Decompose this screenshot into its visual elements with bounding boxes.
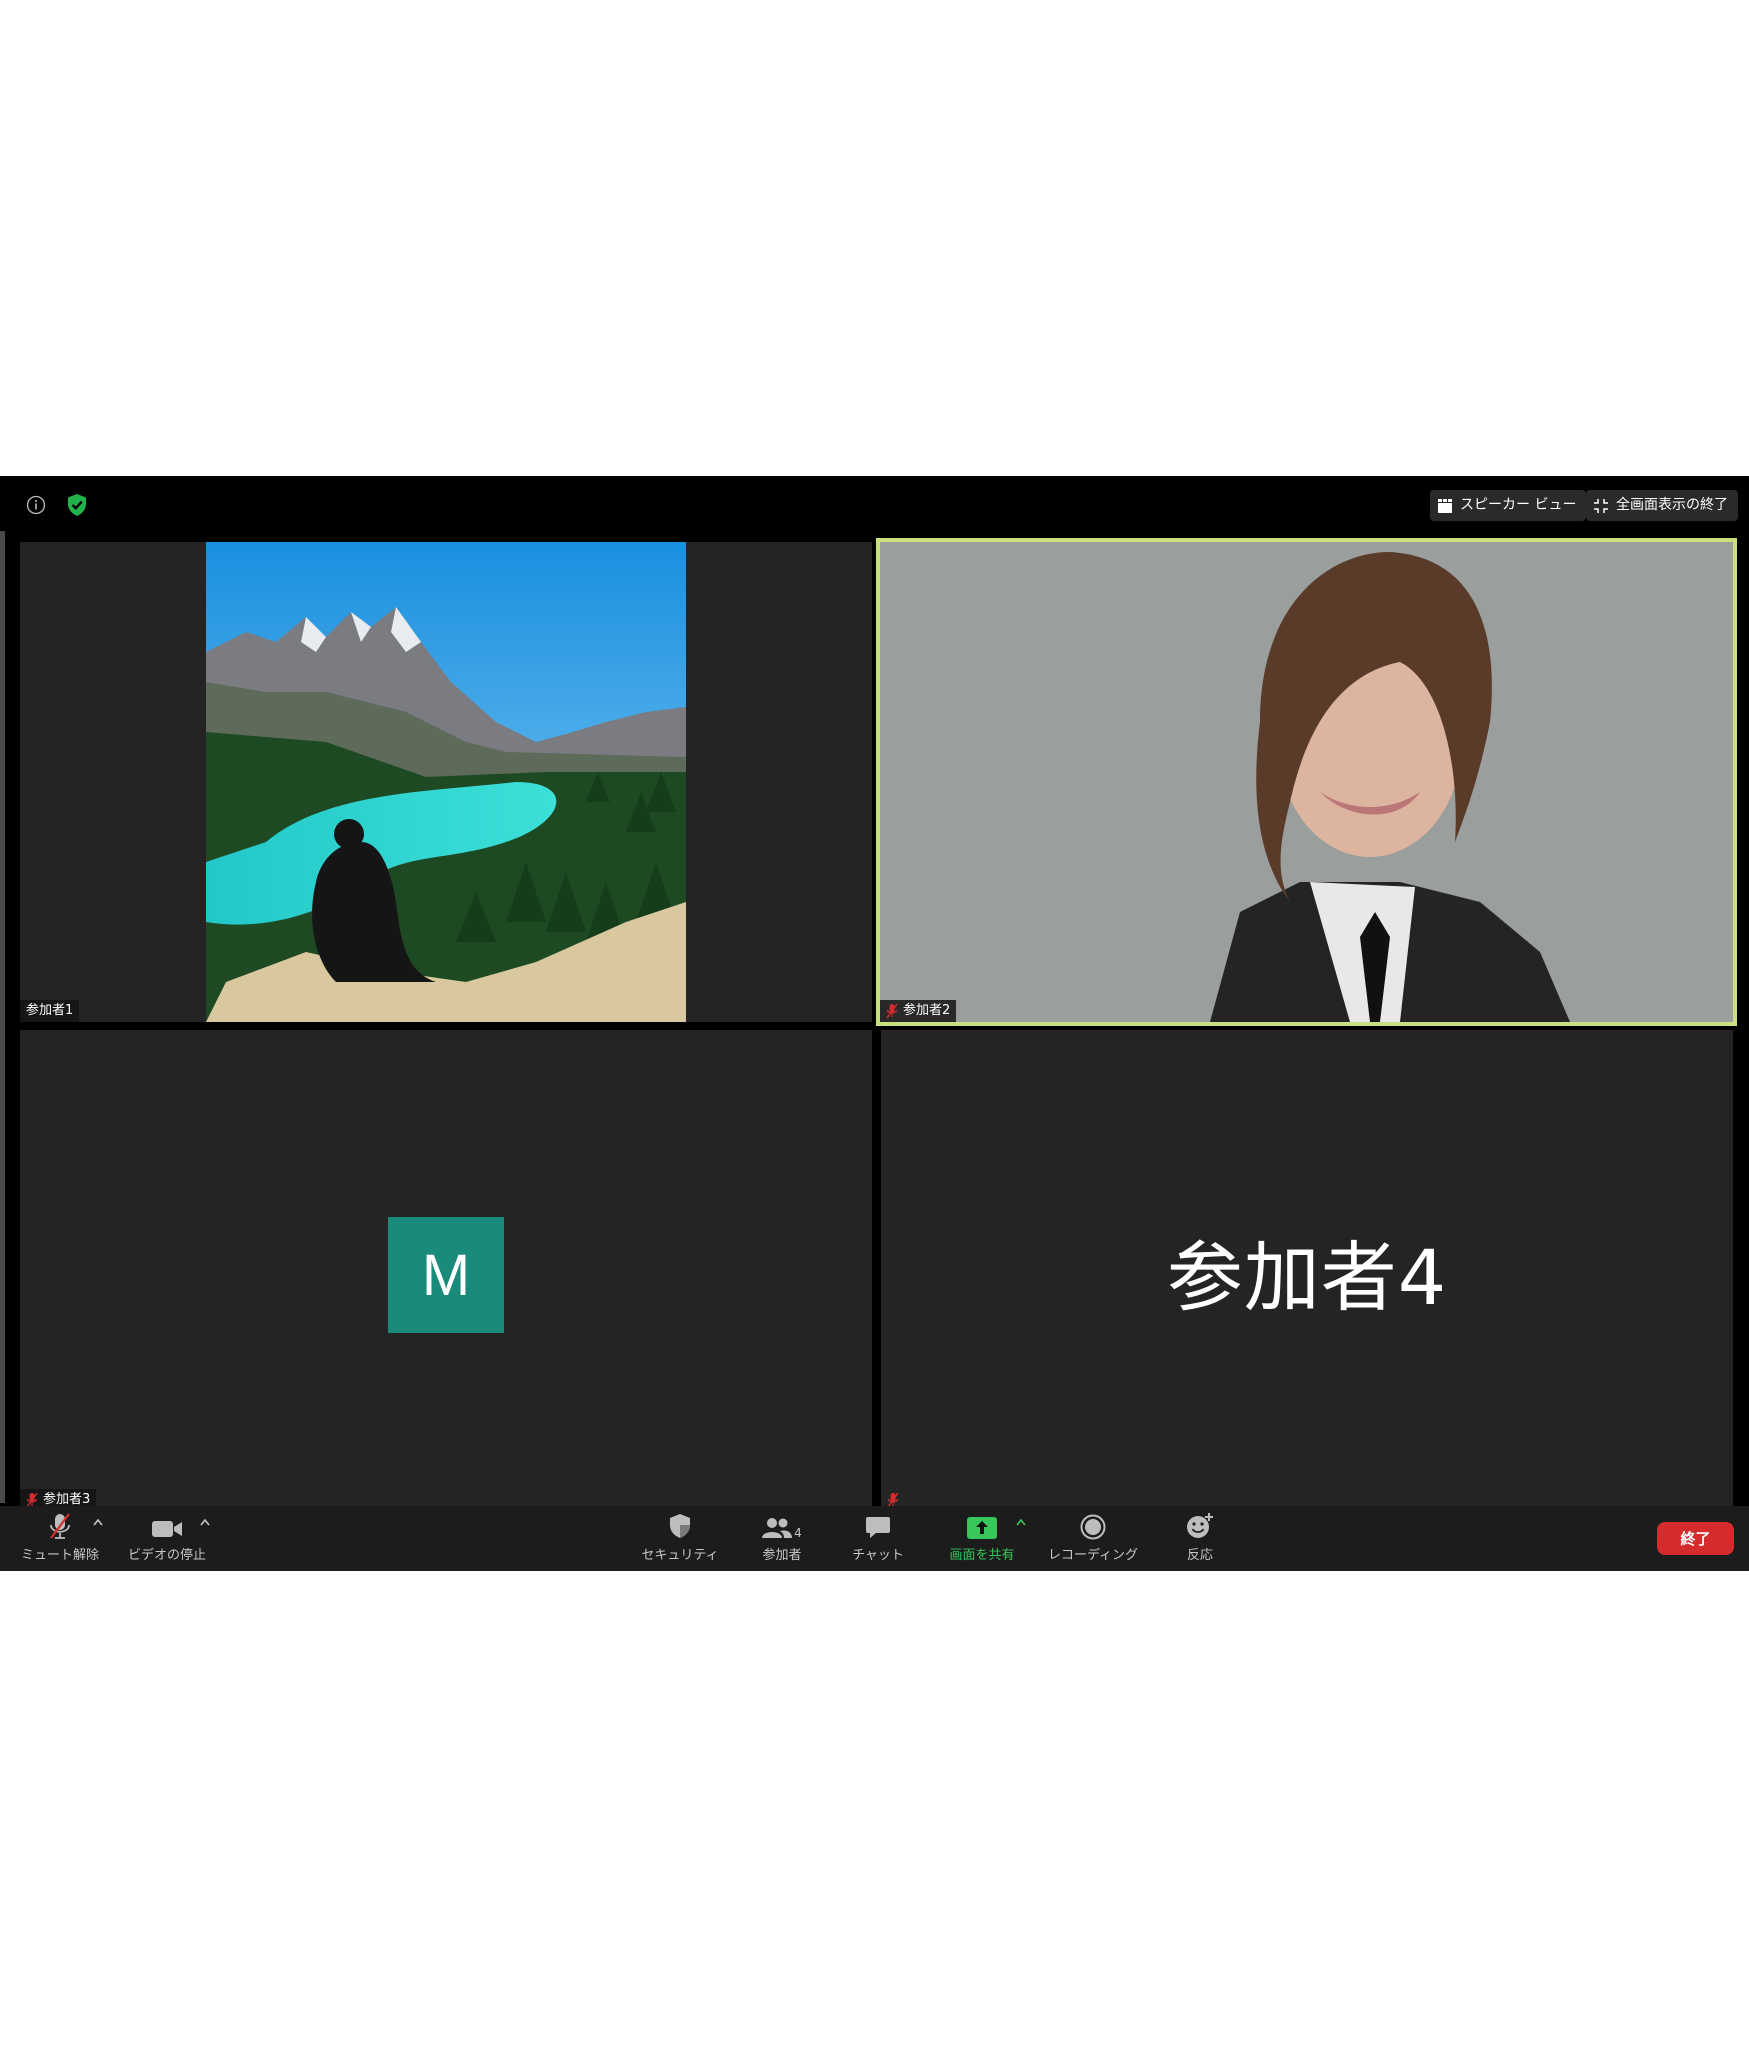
mic-muted-icon bbox=[886, 1003, 898, 1019]
exit-fullscreen-button[interactable]: 全画面表示の終了 bbox=[1586, 490, 1738, 521]
participants-button[interactable]: 4 参加者 bbox=[742, 1506, 822, 1571]
chat-label: チャット bbox=[852, 1548, 904, 1563]
recording-button[interactable]: レコーディング bbox=[1040, 1506, 1146, 1571]
security-label: セキュリティ bbox=[641, 1548, 719, 1563]
unmute-button[interactable]: ミュート解除 bbox=[18, 1506, 102, 1571]
exit-fullscreen-icon bbox=[1594, 498, 1608, 513]
share-screen-icon bbox=[967, 1517, 997, 1539]
share-screen-label: 画面を共有 bbox=[949, 1548, 1015, 1563]
chat-bubble-icon bbox=[866, 1517, 890, 1538]
stop-video-label: ビデオの停止 bbox=[127, 1548, 206, 1563]
video-camera-icon bbox=[152, 1521, 182, 1537]
participant-1-nametag: 参加者1 bbox=[20, 1000, 80, 1022]
participants-icon bbox=[762, 1518, 793, 1538]
participant-2-nametag: 参加者2 bbox=[880, 1000, 957, 1022]
video-tile-participant-1[interactable]: 参加者1 bbox=[20, 542, 872, 1022]
participants-count: 4 bbox=[794, 1526, 802, 1540]
shield-check-icon[interactable] bbox=[66, 493, 88, 517]
participant-2-name: 参加者2 bbox=[903, 1003, 951, 1018]
landscape-photo bbox=[206, 542, 686, 1022]
participant-2-video bbox=[880, 542, 1733, 1022]
caret-up-icon[interactable] bbox=[93, 1518, 103, 1526]
stop-video-button[interactable]: ビデオの停止 bbox=[124, 1506, 210, 1571]
caret-up-icon[interactable] bbox=[200, 1518, 210, 1526]
participants-label: 参加者 bbox=[762, 1548, 802, 1563]
chat-button[interactable]: チャット bbox=[838, 1506, 918, 1571]
meeting-toolbar: ミュート解除 ビデオの停止 セキュリティ 4 参加者 チャット 画面を共有 レコ… bbox=[0, 1506, 1749, 1571]
security-button[interactable]: セキュリティ bbox=[635, 1506, 725, 1571]
reaction-smiley-icon bbox=[1187, 1513, 1213, 1538]
record-icon bbox=[1080, 1514, 1106, 1540]
video-tile-participant-2[interactable]: 参加者2 bbox=[876, 538, 1737, 1026]
video-tile-participant-3[interactable]: M 参加者3 bbox=[20, 1030, 872, 1511]
reactions-label: 反応 bbox=[1186, 1548, 1213, 1563]
participant-4-display-name: 参加者4 bbox=[1166, 1232, 1448, 1322]
top-bar: スピーカー ビュー 全画面表示の終了 bbox=[0, 476, 1749, 531]
reactions-button[interactable]: 反応 bbox=[1160, 1506, 1240, 1571]
meeting-window: スピーカー ビュー 全画面表示の終了 参加者1 参加者2 M 参加者3 参加者4… bbox=[0, 476, 1749, 1571]
end-meeting-button[interactable]: 終了 bbox=[1657, 1522, 1734, 1555]
shield-icon bbox=[670, 1514, 690, 1538]
caret-up-icon[interactable] bbox=[1016, 1518, 1026, 1526]
participant-1-name: 参加者1 bbox=[26, 1003, 74, 1018]
grid-icon bbox=[1438, 498, 1452, 513]
speaker-view-button[interactable]: スピーカー ビュー bbox=[1430, 490, 1587, 521]
mic-muted-icon bbox=[50, 1513, 70, 1539]
avatar: M bbox=[388, 1217, 504, 1333]
recording-label: レコーディング bbox=[1047, 1548, 1139, 1563]
window-edge bbox=[0, 531, 5, 1503]
exit-fullscreen-label: 全画面表示の終了 bbox=[1616, 497, 1728, 513]
info-icon[interactable] bbox=[26, 495, 46, 515]
unmute-label: ミュート解除 bbox=[20, 1548, 99, 1563]
speaker-view-label: スピーカー ビュー bbox=[1460, 497, 1577, 513]
video-tile-participant-4[interactable]: 参加者4 bbox=[881, 1030, 1733, 1511]
share-screen-button[interactable]: 画面を共有 bbox=[942, 1506, 1022, 1571]
